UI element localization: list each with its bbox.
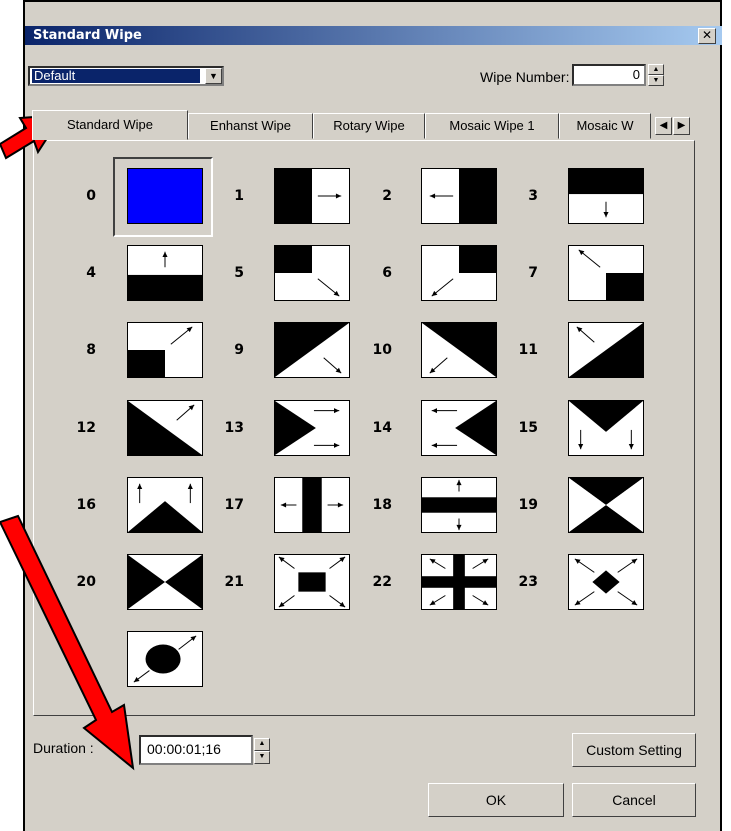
wipe-number-label: 5 xyxy=(234,265,244,281)
wipe-thumbnail[interactable] xyxy=(274,477,350,533)
wipe-thumbnail[interactable] xyxy=(274,400,350,456)
wipe-thumbnail[interactable] xyxy=(568,477,644,533)
duration-label: Duration : xyxy=(33,740,94,756)
tab-mosaic-wipe-1[interactable]: Mosaic Wipe 1 xyxy=(425,113,559,139)
tab-scroll-right-icon[interactable]: ▶ xyxy=(673,117,690,135)
wipe-number-label: 2 xyxy=(382,188,392,204)
tab-rotary-wipe[interactable]: Rotary Wipe xyxy=(313,113,425,139)
wipe-thumbnail[interactable] xyxy=(421,245,497,301)
wipe-number-label: 21 xyxy=(224,574,244,590)
wipe-thumbnail[interactable] xyxy=(127,554,203,610)
spin-down-icon[interactable]: ▼ xyxy=(648,75,664,86)
wipe-thumbnail[interactable] xyxy=(127,631,203,687)
wipe-thumbnail[interactable] xyxy=(274,168,350,224)
wipe-thumbnail[interactable] xyxy=(274,554,350,610)
wipe-number-label: 22 xyxy=(372,574,392,590)
wipe-thumbnail[interactable] xyxy=(421,554,497,610)
wipe-number-input[interactable]: 0 xyxy=(572,64,646,86)
tab-mosaic-wipe-2[interactable]: Mosaic W xyxy=(559,113,651,139)
wipe-thumbnail[interactable] xyxy=(568,168,644,224)
wipe-number-spinner[interactable]: ▲ ▼ xyxy=(648,64,664,86)
tab-standard-wipe[interactable]: Standard Wipe xyxy=(32,110,188,140)
wipe-thumbnail[interactable] xyxy=(127,400,203,456)
wipe-thumbnail[interactable] xyxy=(127,322,203,378)
wipe-number-label: 8 xyxy=(86,342,96,358)
wipe-thumbnail[interactable] xyxy=(274,322,350,378)
ok-button[interactable]: OK xyxy=(428,783,564,817)
wipe-number-label: 7 xyxy=(528,265,538,281)
close-button[interactable]: ✕ xyxy=(698,28,716,44)
wipe-number-label: 23 xyxy=(518,574,538,590)
wipe-number-label: 10 xyxy=(372,342,392,358)
wipe-number-label: 12 xyxy=(76,420,96,436)
wipe-number-label: 17 xyxy=(224,497,244,513)
wipe-number-label: 15 xyxy=(518,420,538,436)
spin-down-icon[interactable]: ▼ xyxy=(254,751,270,764)
wipe-number-label: 13 xyxy=(224,420,244,436)
wipe-number-label: 20 xyxy=(76,574,96,590)
duration-spinner[interactable]: ▲ ▼ xyxy=(254,738,270,764)
preset-dropdown[interactable]: Default ▼ xyxy=(28,66,224,86)
wipe-thumbnail[interactable] xyxy=(568,400,644,456)
wipe-thumbnail[interactable] xyxy=(274,245,350,301)
cancel-button[interactable]: Cancel xyxy=(572,783,696,817)
wipe-thumbnail[interactable] xyxy=(568,322,644,378)
wipe-thumbnail[interactable] xyxy=(421,322,497,378)
tab-scroll-left-icon[interactable]: ◀ xyxy=(655,117,672,135)
tab-enhanst-wipe[interactable]: Enhanst Wipe xyxy=(188,113,313,139)
wipe-number-label: 11 xyxy=(518,342,538,358)
wipe-number-label: Wipe Number: xyxy=(480,69,570,85)
wipe-thumbnail[interactable] xyxy=(421,477,497,533)
wipe-number-label: 9 xyxy=(234,342,244,358)
chevron-down-icon[interactable]: ▼ xyxy=(205,68,222,84)
wipe-thumbnail[interactable] xyxy=(127,245,203,301)
title-bar[interactable]: Standard Wipe ✕ xyxy=(25,26,722,45)
wipe-number-label: 14 xyxy=(372,420,392,436)
wipe-number-label: 0 xyxy=(86,188,96,204)
spin-up-icon[interactable]: ▲ xyxy=(254,738,270,751)
preset-selected-value: Default xyxy=(32,69,200,83)
custom-setting-button[interactable]: Custom Setting xyxy=(572,733,696,767)
duration-input[interactable]: 00:00:01;16 xyxy=(139,735,253,765)
wipe-number-label: 18 xyxy=(372,497,392,513)
wipe-thumbnail[interactable] xyxy=(127,477,203,533)
wipe-number-label: 3 xyxy=(528,188,538,204)
spin-up-icon[interactable]: ▲ xyxy=(648,64,664,75)
window-title: Standard Wipe xyxy=(33,28,142,43)
wipe-thumbnail[interactable] xyxy=(568,245,644,301)
wipe-number-label: 1 xyxy=(234,188,244,204)
wipe-number-label: 19 xyxy=(518,497,538,513)
wipe-number-label: 16 xyxy=(76,497,96,513)
wipe-thumbnail[interactable] xyxy=(421,168,497,224)
wipe-thumbnail[interactable] xyxy=(127,168,203,224)
wipe-number-label: 6 xyxy=(382,265,392,281)
wipe-thumbnail[interactable] xyxy=(568,554,644,610)
wipe-number-label: 4 xyxy=(86,265,96,281)
wipe-thumbnail[interactable] xyxy=(421,400,497,456)
